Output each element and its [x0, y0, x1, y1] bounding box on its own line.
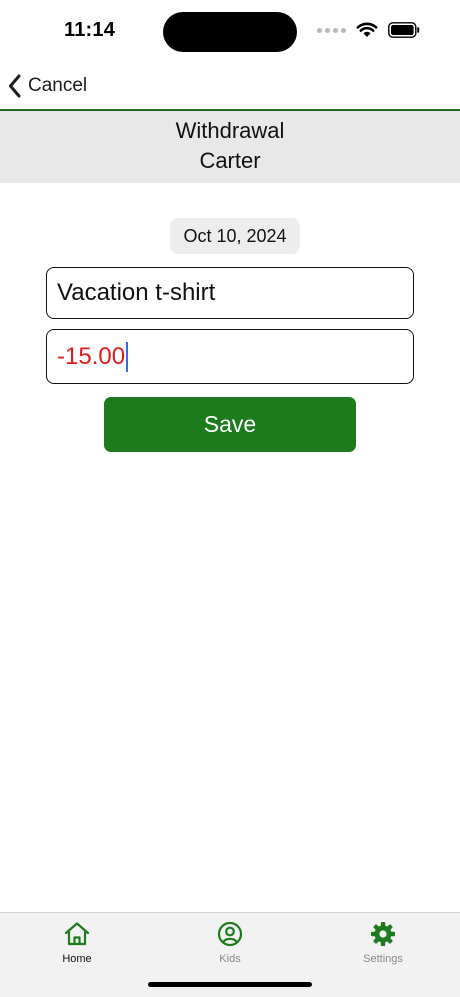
- status-time: 11:14: [64, 19, 116, 41]
- amount-field[interactable]: -15.00: [46, 329, 414, 384]
- person-circle-icon: [217, 921, 243, 947]
- chevron-left-icon: [9, 74, 21, 98]
- cancel-button[interactable]: Cancel: [8, 74, 87, 98]
- date-picker-button[interactable]: Oct 10, 2024: [170, 218, 300, 254]
- status-icons: [317, 22, 420, 38]
- save-button[interactable]: Save: [104, 397, 356, 452]
- amount-value: -15.00: [57, 342, 126, 370]
- cancel-label: Cancel: [28, 75, 88, 96]
- tab-settings-label: Settings: [363, 953, 403, 965]
- dynamic-island: [163, 12, 297, 52]
- home-icon: [64, 922, 90, 946]
- wifi-icon: [356, 22, 378, 37]
- tab-kids-label: Kids: [219, 953, 241, 965]
- navigation-bar: Cancel: [0, 62, 460, 110]
- status-bar: 11:14: [0, 0, 460, 62]
- text-cursor: [126, 341, 129, 372]
- signal-dots-icon: [317, 27, 346, 33]
- battery-icon: [388, 22, 420, 38]
- page-title: Withdrawal: [175, 118, 285, 143]
- tab-home[interactable]: Home: [17, 919, 137, 965]
- tab-settings[interactable]: Settings: [323, 919, 443, 965]
- page-subtitle: Carter: [199, 148, 261, 173]
- home-indicator: [148, 982, 312, 987]
- description-value: Vacation t-shirt: [57, 279, 216, 306]
- description-field[interactable]: Vacation t-shirt: [46, 267, 414, 319]
- gear-icon: [371, 922, 395, 946]
- page-header: Withdrawal Carter: [0, 111, 460, 183]
- tab-home-label: Home: [62, 953, 92, 965]
- tab-kids[interactable]: Kids: [170, 919, 290, 965]
